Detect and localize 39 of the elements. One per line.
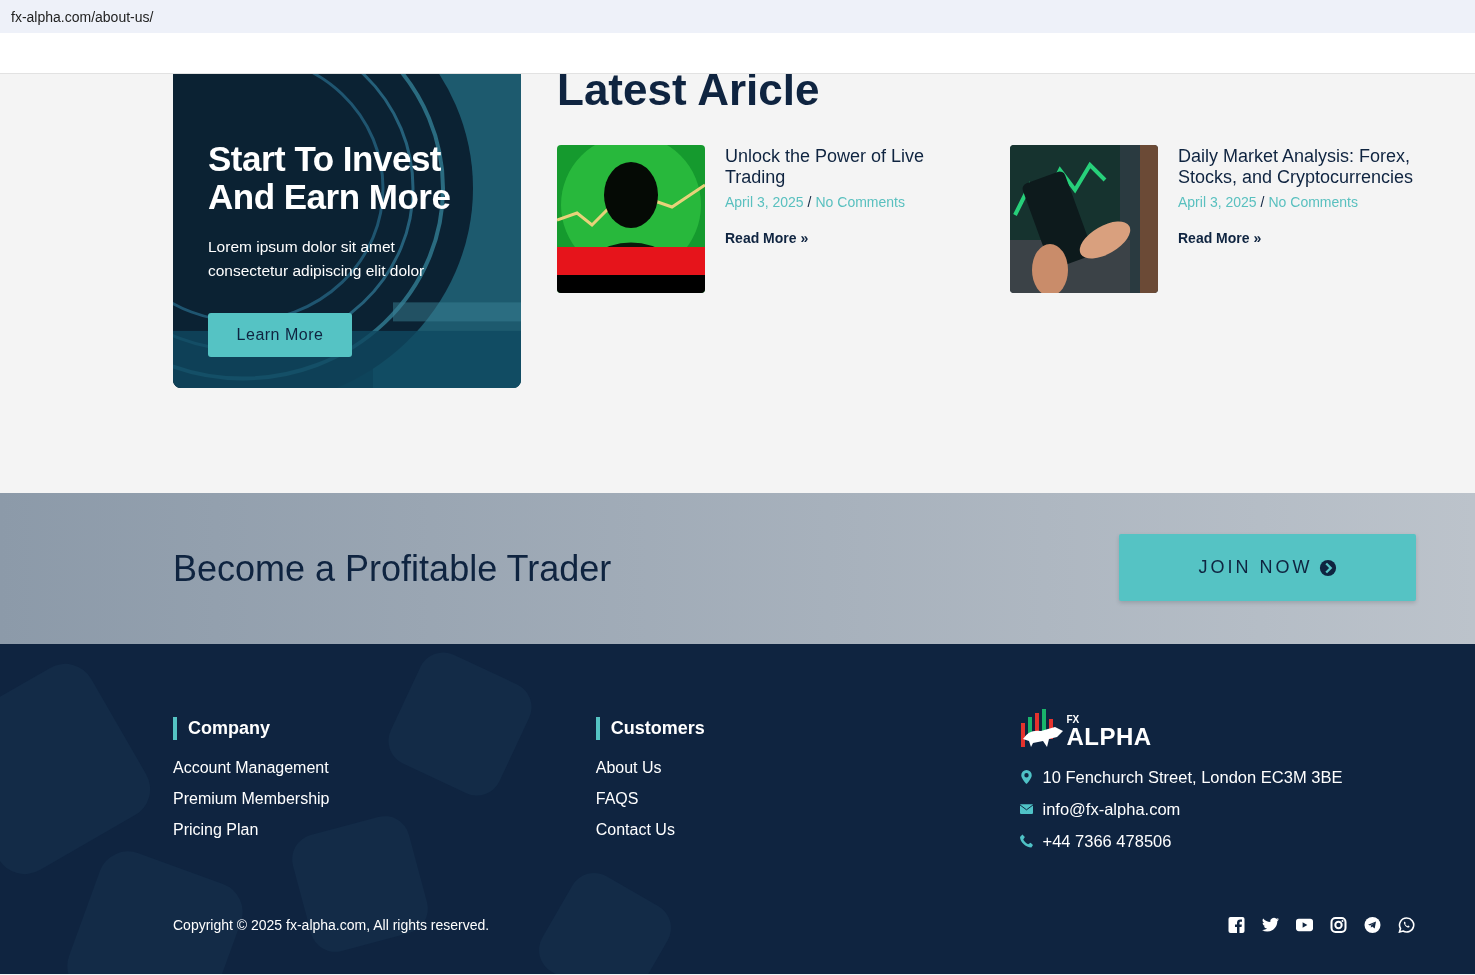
address-bar[interactable]: fx-alpha.com/about-us/ xyxy=(0,0,1475,33)
logo-prefix: FX xyxy=(1066,715,1081,725)
promo-title: Start To Invest And Earn More xyxy=(208,140,451,216)
whatsapp-icon[interactable] xyxy=(1398,917,1415,933)
separator-text: / xyxy=(807,194,812,210)
url-text: fx-alpha.com/about-us/ xyxy=(11,8,154,25)
footer-link[interactable]: Pricing Plan xyxy=(173,814,259,845)
footer-link[interactable]: Contact Us xyxy=(595,814,675,845)
contact-text: info@fx-alpha.com xyxy=(1042,799,1181,819)
arrow-circle-icon xyxy=(1318,558,1337,577)
envelope-icon xyxy=(1019,802,1033,816)
read-more-link[interactable]: Read More » xyxy=(725,230,809,246)
copyright-text: Copyright © 2025 fx-alpha.com, All rights reserved. xyxy=(173,917,490,933)
contact-text: 10 Fenchurch Street, London EC3M 3BE xyxy=(1042,767,1343,787)
separator-text: / xyxy=(1260,194,1265,210)
promo-text: Lorem ipsum dolor sit amet consectetur adipiscing elit dolor xyxy=(208,237,426,281)
column-heading: Company xyxy=(173,717,270,740)
instagram-icon[interactable] xyxy=(1330,917,1347,933)
article-title-link[interactable]: Daily Market Analysis: Forex, Stocks, and Cryptocurrencies xyxy=(1178,146,1428,188)
contact-text: +44 7366 478506 xyxy=(1042,831,1172,851)
telegram-icon[interactable] xyxy=(1364,917,1381,933)
logo-name: ALPHA xyxy=(1066,725,1152,749)
footer-link[interactable]: FAQS xyxy=(595,783,639,814)
read-more-link[interactable]: Read More » xyxy=(1178,230,1262,246)
logo[interactable]: FX ALPHA xyxy=(1018,709,1152,749)
footer-link[interactable]: Premium Membership xyxy=(173,783,330,814)
youtube-icon[interactable] xyxy=(1296,917,1313,933)
join-now-button[interactable]: JOIN NOW xyxy=(1119,534,1416,601)
cta-heading: Become a Profitable Trader xyxy=(173,547,612,590)
footer-link[interactable]: Account Management xyxy=(173,752,329,783)
location-pin-icon xyxy=(1019,770,1033,784)
column-heading: Customers xyxy=(595,717,705,740)
bull-candles-icon xyxy=(1018,709,1065,749)
facebook-icon[interactable] xyxy=(1228,917,1245,933)
twitter-icon[interactable] xyxy=(1262,917,1279,933)
phone-icon xyxy=(1019,834,1033,848)
article-title-link[interactable]: Unlock the Power of Live Trading xyxy=(725,146,975,188)
footer-link[interactable]: About Us xyxy=(595,752,662,783)
learn-more-button[interactable]: Learn More xyxy=(208,313,352,357)
